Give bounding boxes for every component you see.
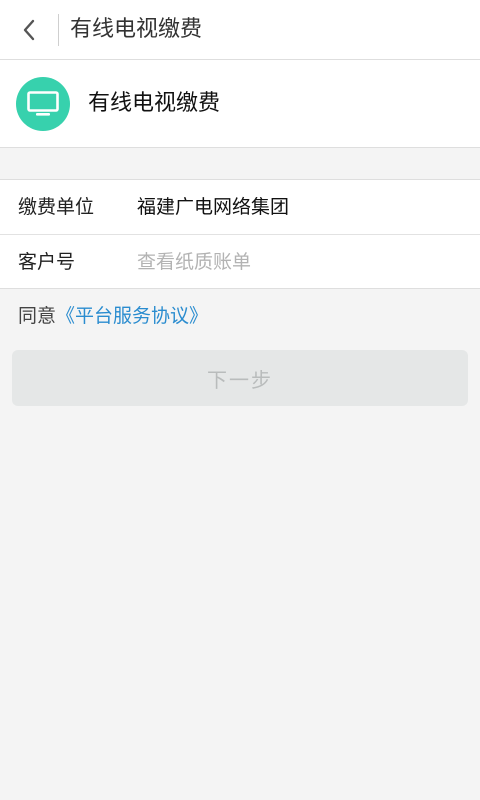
service-agreement-link[interactable]: 《平台服务协议》: [56, 305, 208, 327]
back-button[interactable]: [0, 0, 58, 59]
payee-row: 缴费单位 福建广电网络集团: [0, 180, 480, 234]
top-bar: 有线电视缴费: [0, 0, 480, 60]
chevron-left-icon: [23, 19, 35, 40]
next-step-button[interactable]: 下一步: [12, 350, 468, 406]
service-name: 有线电视缴费: [88, 91, 221, 116]
agreement-prefix: 同意: [18, 305, 57, 327]
payee-value: 福建广电网络集团: [137, 196, 290, 218]
agreement-line: 同意《平台服务协议》: [18, 296, 208, 336]
title-divider: [58, 14, 59, 46]
service-header: 有线电视缴费: [0, 60, 480, 148]
customer-label: 客户号: [18, 251, 76, 273]
service-badge: [16, 77, 70, 131]
tv-icon: [27, 91, 59, 116]
page-title: 有线电视缴费: [70, 17, 203, 42]
customer-row: 客户号: [0, 235, 480, 289]
customer-number-input[interactable]: [137, 244, 457, 280]
payee-label: 缴费单位: [18, 196, 95, 218]
payment-form: 缴费单位 福建广电网络集团 客户号: [0, 179, 480, 289]
